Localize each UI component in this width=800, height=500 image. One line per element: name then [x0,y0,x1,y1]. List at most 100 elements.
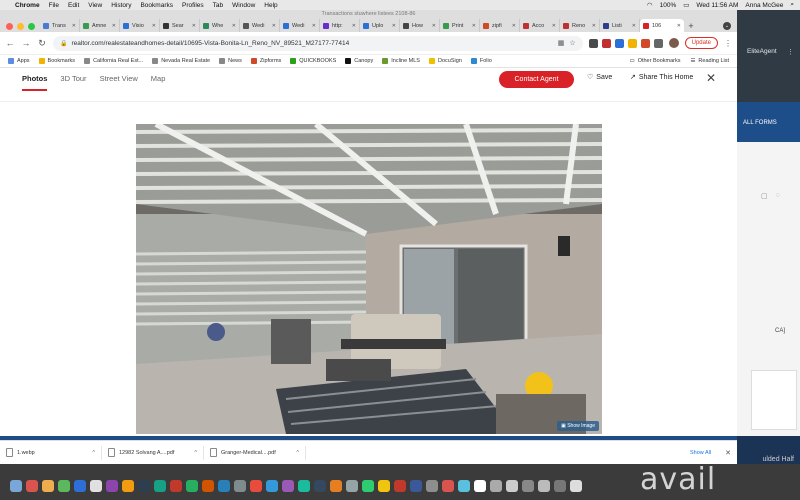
menu-view[interactable]: View [88,2,102,9]
chevron-up-icon[interactable]: ^ [194,450,197,456]
dock-app-icon[interactable] [266,480,278,492]
bookmark-item[interactable]: Incline MLS [382,58,420,64]
dock-app-icon[interactable] [554,480,566,492]
bookmark-item[interactable]: Bookmarks [38,58,75,64]
close-icon[interactable]: ✕ [552,23,556,29]
square-icon[interactable]: ▢ [761,192,768,200]
chevron-up-icon[interactable]: ^ [296,450,299,456]
close-icon[interactable]: ✕ [152,23,156,29]
dock-app-icon[interactable] [282,480,294,492]
update-button[interactable]: Update [684,37,718,49]
battery-icon[interactable]: ▭ [683,1,689,9]
bookmark-item[interactable]: DocuSign [428,58,462,64]
close-icon[interactable]: ✕ [192,23,196,29]
bookmark-item[interactable]: California Real Est... [84,58,143,64]
browser-tab[interactable]: Trans ✕ [40,19,80,32]
bookmark-item[interactable]: Apps [8,58,30,64]
dock-app-icon[interactable] [314,480,326,492]
profile-avatar[interactable] [668,38,679,48]
browser-tab[interactable]: zipfi ✕ [480,19,520,32]
browser-tab[interactable]: Acco ✕ [520,19,560,32]
download-item[interactable]: 12982 Solvang A....pdf ^ [108,445,204,460]
close-icon[interactable]: ✕ [512,23,516,29]
menu-help[interactable]: Help [264,2,277,9]
dock-app-icon[interactable] [154,480,166,492]
bookmark-item[interactable]: Nevada Real Estate [152,58,210,64]
dock-app-icon[interactable] [138,480,150,492]
dock-app-icon[interactable] [74,480,86,492]
active-browser-tab[interactable]: 106 ✕ [640,19,684,32]
menu-tab[interactable]: Tab [213,2,223,9]
url-text[interactable]: realtor.com/realestateandhomes-detail/10… [71,40,349,47]
dock-app-icon[interactable] [90,480,102,492]
close-icon[interactable]: ✕ [725,449,731,457]
dock-app-icon[interactable] [458,480,470,492]
close-icon[interactable]: ✕ [392,23,396,29]
dock-app-icon[interactable] [234,480,246,492]
dock-app-icon[interactable] [522,480,534,492]
other-bookmarks[interactable]: ▭ Other Bookmarks [629,58,680,64]
dock-app-icon[interactable] [330,480,342,492]
close-icon[interactable]: ✕ [312,23,316,29]
show-image-button[interactable]: ▣ Show Image [557,421,599,431]
dock-app-icon[interactable] [106,480,118,492]
forward-icon[interactable]: → [21,38,31,48]
dock-app-icon[interactable] [10,480,22,492]
menu-history[interactable]: History [111,2,131,9]
download-item[interactable]: 1.webp ^ [6,445,102,460]
bookmark-item[interactable]: Canopy [345,58,373,64]
menubar-clock[interactable]: Wed 11:56 AM [696,2,738,9]
browser-tab[interactable]: Print ✕ [440,19,480,32]
qr-code-icon[interactable]: ▦ [558,39,565,47]
dock-app-icon[interactable] [474,480,486,492]
save-button[interactable]: ♡ Save [587,73,612,82]
background-app-brand[interactable]: EliteAgent [747,48,777,55]
close-icon[interactable]: ✕ [592,23,596,29]
browser-tab[interactable]: Wedi ✕ [240,19,280,32]
bookmark-item[interactable]: Zipforms [250,58,281,64]
extension-icon[interactable] [627,38,637,48]
browser-tab[interactable]: Uplo ✕ [360,19,400,32]
dock-app-icon[interactable] [490,480,502,492]
close-gallery-button[interactable]: ✕ [706,72,716,84]
browser-tab[interactable]: http: ✕ [320,19,360,32]
tab-street-view[interactable]: Street View [100,74,138,91]
menu-window[interactable]: Window [232,2,255,9]
dock-app-icon[interactable] [218,480,230,492]
dock-app-icon[interactable] [298,480,310,492]
close-icon[interactable]: ✕ [632,23,636,29]
dock-app-icon[interactable] [42,480,54,492]
puzzle-icon[interactable] [653,38,663,48]
menubar-app-name[interactable]: Chrome [15,2,40,9]
address-bar[interactable]: 🔒 realtor.com/realestateandhomes-detail/… [53,35,583,51]
dock-app-icon[interactable] [538,480,550,492]
bookmark-item[interactable]: News [219,58,242,64]
dock-app-icon[interactable] [378,480,390,492]
more-vertical-icon[interactable]: ⋮ [724,39,732,48]
dock-app-icon[interactable] [26,480,38,492]
download-item[interactable]: Granger-Medical....pdf ^ [210,445,306,460]
reload-icon[interactable]: ↻ [37,38,47,49]
dock-app-icon[interactable] [346,480,358,492]
menu-bookmarks[interactable]: Bookmarks [140,2,173,9]
dock-app-icon[interactable] [570,480,582,492]
extension-icon[interactable] [601,38,611,48]
close-icon[interactable]: ✕ [232,23,236,29]
extension-icon[interactable] [588,38,598,48]
bookmark-star-icon[interactable]: ☆ [569,39,575,47]
circle-icon[interactable]: ◌ [776,192,780,200]
contact-agent-button[interactable]: Contact Agent [499,71,574,88]
dock-app-icon[interactable] [170,480,182,492]
extension-icon[interactable] [614,38,624,48]
more-vertical-icon[interactable]: ⋮ [787,48,794,56]
menu-profiles[interactable]: Profiles [182,2,204,9]
wifi-icon[interactable]: ◠ [647,1,653,9]
dock-app-icon[interactable] [506,480,518,492]
minimize-window-button[interactable] [17,23,24,30]
menu-edit[interactable]: Edit [68,2,79,9]
listing-photo[interactable]: ▣ Show Image [136,124,602,434]
bookmark-item[interactable]: Folio [470,58,492,64]
search-icon[interactable]: ⌕ [790,1,794,9]
close-icon[interactable]: ✕ [72,23,76,29]
reading-list[interactable]: ☰ Reading List [690,58,729,64]
